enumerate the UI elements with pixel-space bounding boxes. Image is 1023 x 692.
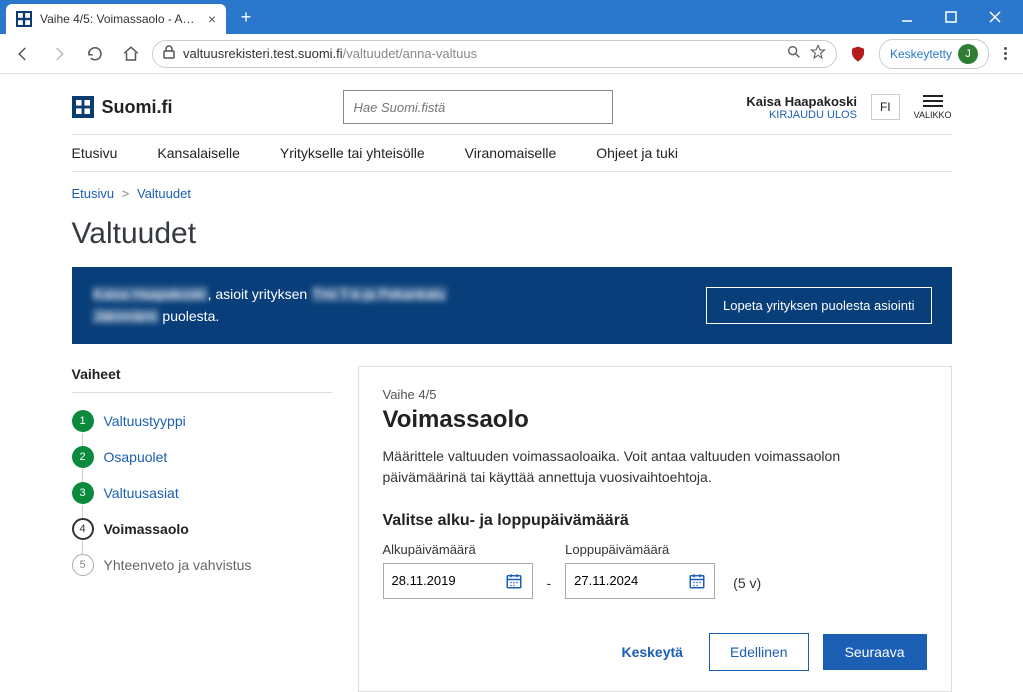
- site-logo[interactable]: Suomi.fi: [72, 96, 173, 118]
- url-path: /valtuudet/anna-valtuus: [343, 46, 477, 61]
- menu-button[interactable]: VALIKKO: [914, 94, 952, 120]
- duration-label: (5 v): [723, 575, 761, 599]
- search-input[interactable]: [343, 90, 613, 124]
- breadcrumb-item[interactable]: Valtuudet: [137, 186, 191, 201]
- lock-icon: [163, 45, 175, 62]
- panel-description: Määrittele valtuuden voimassaoloaika. Vo…: [383, 446, 927, 488]
- steps-panel: Vaiheet 1 Valtuustyyppi 2 Osapuolet 3 Va…: [72, 366, 332, 692]
- banner-org-line2: Jäkinnämi: [92, 308, 159, 324]
- tab-favicon: [16, 11, 32, 27]
- nav-item-viranomaiselle[interactable]: Viranomaiselle: [465, 145, 557, 161]
- browser-tab[interactable]: Vaihe 4/5: Voimassaolo - Anna v ×: [6, 4, 226, 34]
- date-separator: -: [541, 575, 558, 599]
- banner-org-name: Tmi T-k-ja Pekankatu: [311, 286, 447, 302]
- avatar: J: [958, 44, 978, 64]
- acting-on-behalf-banner: Kaisa Haapakoski, asioit yrityksen Tmi T…: [72, 267, 952, 344]
- tab-title: Vaihe 4/5: Voimassaolo - Anna v: [40, 12, 198, 26]
- main-panel: Vaihe 4/5 Voimassaolo Määrittele valtuud…: [358, 366, 952, 692]
- forward-button[interactable]: [44, 39, 74, 69]
- home-button[interactable]: [116, 39, 146, 69]
- user-name: Kaisa Haapakoski: [746, 94, 857, 109]
- zoom-icon[interactable]: [786, 44, 802, 63]
- end-date-label: Loppupäivämäärä: [565, 542, 715, 557]
- step-valtuusasiat[interactable]: 3 Valtuusasiat: [72, 475, 332, 511]
- new-tab-button[interactable]: +: [232, 3, 260, 31]
- logout-link[interactable]: KIRJAUDU ULOS: [746, 109, 857, 121]
- start-date-label: Alkupäivämäärä: [383, 542, 533, 557]
- logo-text: Suomi.fi: [102, 97, 173, 118]
- start-date-input[interactable]: [384, 573, 496, 588]
- breadcrumb: Etusivu > Valtuudet: [72, 172, 952, 207]
- panel-title: Voimassaolo: [383, 406, 927, 434]
- stop-acting-button[interactable]: Lopeta yrityksen puolesta asiointi: [706, 287, 932, 324]
- cancel-button[interactable]: Keskeytä: [609, 634, 695, 670]
- minimize-button[interactable]: [885, 2, 929, 32]
- maximize-button[interactable]: [929, 2, 973, 32]
- step-voimassaolo: 4 Voimassaolo: [72, 511, 332, 547]
- close-tab-icon[interactable]: ×: [208, 11, 216, 27]
- nav-item-ohjeet[interactable]: Ohjeet ja tuki: [596, 145, 678, 161]
- reload-button[interactable]: [80, 39, 110, 69]
- date-section-title: Valitse alku- ja loppupäivämäärä: [383, 512, 927, 530]
- next-button[interactable]: Seuraava: [823, 634, 927, 670]
- step-osapuolet[interactable]: 2 Osapuolet: [72, 439, 332, 475]
- language-button[interactable]: FI: [871, 94, 900, 120]
- nav-item-etusivu[interactable]: Etusivu: [72, 145, 118, 161]
- url-bar[interactable]: valtuusrekisteri.test.suomi.fi/valtuudet…: [152, 40, 837, 68]
- profile-chip[interactable]: Keskeytetty J: [879, 39, 989, 69]
- step-indicator: Vaihe 4/5: [383, 387, 927, 402]
- url-host: valtuusrekisteri.test.suomi.fi: [183, 46, 343, 61]
- main-nav: Etusivu Kansalaiselle Yritykselle tai yh…: [72, 134, 952, 172]
- nav-item-kansalaiselle[interactable]: Kansalaiselle: [157, 145, 240, 161]
- close-window-button[interactable]: [973, 2, 1017, 32]
- nav-item-yritykselle[interactable]: Yritykselle tai yhteisölle: [280, 145, 425, 161]
- star-icon[interactable]: [810, 44, 826, 63]
- breadcrumb-item[interactable]: Etusivu: [72, 186, 115, 201]
- step-yhteenveto: 5 Yhteenveto ja vahvistus: [72, 547, 332, 583]
- banner-user-name: Kaisa Haapakoski: [92, 286, 208, 302]
- start-calendar-icon[interactable]: [496, 564, 532, 598]
- adblock-icon[interactable]: [843, 45, 873, 63]
- browser-menu-button[interactable]: [995, 47, 1015, 60]
- end-calendar-icon[interactable]: [678, 564, 714, 598]
- paused-label: Keskeytetty: [890, 47, 952, 61]
- end-date-input[interactable]: [566, 573, 678, 588]
- page-title: Valtuudet: [72, 217, 952, 251]
- step-valtuustyyppi[interactable]: 1 Valtuustyyppi: [72, 403, 332, 439]
- back-button[interactable]: [8, 39, 38, 69]
- previous-button[interactable]: Edellinen: [709, 633, 809, 671]
- logo-icon: [72, 96, 94, 118]
- browser-chrome: Vaihe 4/5: Voimassaolo - Anna v × + valt…: [0, 0, 1023, 74]
- steps-title: Vaiheet: [72, 366, 332, 393]
